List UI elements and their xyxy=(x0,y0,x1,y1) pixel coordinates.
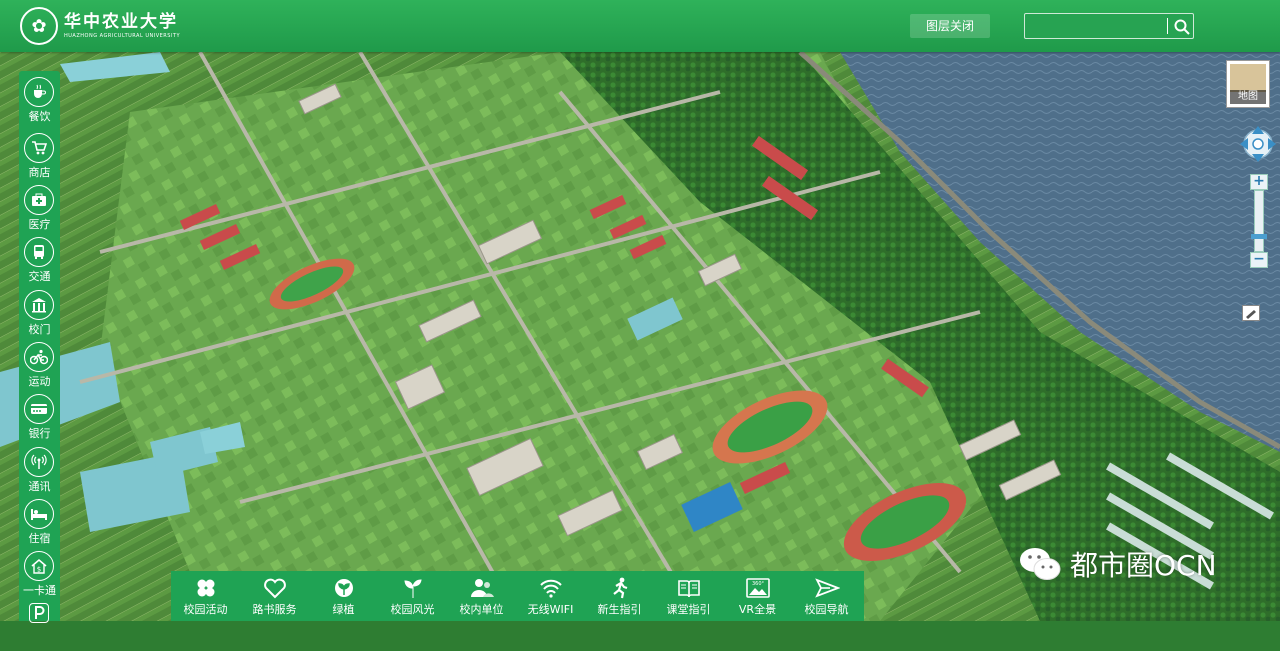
toolbar-item-vr-panorama[interactable]: 360° VR全景 xyxy=(723,571,792,621)
pan-control[interactable] xyxy=(1236,122,1280,166)
zoom-in-button[interactable]: + xyxy=(1250,174,1268,190)
seal-icon: ✿ xyxy=(20,7,58,45)
map-thumbnail xyxy=(1230,64,1266,92)
sidebar-item-bank[interactable]: 银行 xyxy=(19,390,60,442)
poi-category-sidebar: 餐饮 商店 医疗 交通 校门 运动 银行 通讯 住宿 $ 一卡通 xyxy=(19,71,60,623)
bed-icon xyxy=(24,499,54,529)
panorama-icon: 360° xyxy=(746,578,770,598)
campus-3d-map[interactable] xyxy=(0,52,1280,621)
toolbar-item-label: 校园导航 xyxy=(804,603,849,616)
toolbar-item-label: 绿植 xyxy=(332,603,355,616)
toolbar-item-freshman-guide[interactable]: 新生指引 xyxy=(585,571,654,621)
toolbar-item-campus-scenery[interactable]: 校园风光 xyxy=(378,571,447,621)
map-canvas[interactable] xyxy=(0,52,1280,621)
layer-close-button[interactable]: 图层关闭 xyxy=(910,14,990,38)
toolbar-item-label: 路书服务 xyxy=(252,603,297,616)
zoom-slider-handle[interactable] xyxy=(1251,234,1267,239)
toolbar-item-label: 校园风光 xyxy=(390,603,435,616)
gate-icon xyxy=(24,290,54,320)
toolbar-item-label: VR全景 xyxy=(738,603,777,616)
sidebar-item-lodging[interactable]: 住宿 xyxy=(19,495,60,547)
search-icon[interactable] xyxy=(1173,18,1191,36)
toolbar-item-campus-units[interactable]: 校内单位 xyxy=(447,571,516,621)
heart-icon xyxy=(264,578,286,599)
bottom-feature-toolbar: 校园活动 路书服务 绿植 校园风光 校内单位 无线WIFI 新生指引 课堂指引 … xyxy=(171,571,864,621)
map-toggle-label: 地图 xyxy=(1230,90,1266,104)
sidebar-item-label: 一卡通 xyxy=(23,584,56,597)
sidebar-item-label: 商店 xyxy=(28,166,51,179)
toolbar-item-label: 无线WIFI xyxy=(527,603,574,616)
sidebar-item-label: 医疗 xyxy=(28,218,51,231)
sidebar-item-transport[interactable]: 交通 xyxy=(19,233,60,285)
svg-text:360°: 360° xyxy=(752,581,765,587)
wechat-watermark: 都市圈OCN xyxy=(1018,540,1217,588)
clover-icon xyxy=(197,579,215,597)
sidebar-item-sports[interactable]: 运动 xyxy=(19,338,60,390)
wifi-icon xyxy=(540,579,562,598)
zoom-control: + − xyxy=(1250,174,1268,268)
toolbar-item-label: 校园活动 xyxy=(183,603,228,616)
people-icon xyxy=(471,579,494,597)
zoom-out-button[interactable]: − xyxy=(1250,252,1268,268)
house-money-icon: $ xyxy=(24,551,54,581)
search-box xyxy=(1024,13,1194,39)
sidebar-item-label: 校门 xyxy=(28,323,51,336)
antenna-icon xyxy=(24,447,54,477)
top-header-bar: ✿ 华中农业大学 HUAZHONG AGRICULTURAL UNIVERSIT… xyxy=(0,0,1280,52)
sidebar-item-label: 交通 xyxy=(28,270,51,283)
zoom-slider-track[interactable] xyxy=(1254,190,1264,252)
sidebar-item-label: 餐饮 xyxy=(28,110,51,123)
cycling-icon xyxy=(24,342,54,372)
svg-text:$: $ xyxy=(37,566,41,574)
sidebar-item-label: 运动 xyxy=(28,375,51,388)
toolbar-item-label: 课堂指引 xyxy=(666,603,711,616)
map-type-toggle[interactable]: 地图 xyxy=(1226,60,1270,108)
bank-card-icon xyxy=(24,394,54,424)
wechat-logo-icon xyxy=(1020,548,1061,580)
university-logo[interactable]: ✿ 华中农业大学 HUAZHONG AGRICULTURAL UNIVERSIT… xyxy=(20,6,180,46)
cup-icon xyxy=(24,77,54,107)
measure-tool-icon[interactable] xyxy=(1242,305,1260,321)
toolbar-item-greenery[interactable]: 绿植 xyxy=(309,571,378,621)
sidebar-item-dining[interactable]: 餐饮 xyxy=(19,73,60,125)
toolbar-item-label: 校内单位 xyxy=(459,603,504,616)
toolbar-item-wifi[interactable]: 无线WIFI xyxy=(516,571,585,621)
search-divider xyxy=(1167,18,1168,34)
cart-icon xyxy=(24,133,54,163)
sidebar-item-gate[interactable]: 校门 xyxy=(19,286,60,338)
sidebar-item-parking[interactable] xyxy=(19,599,60,651)
sidebar-item-label: 银行 xyxy=(28,427,51,440)
watermark-text: 都市圈OCN xyxy=(1070,549,1217,582)
toolbar-item-route-service[interactable]: 路书服务 xyxy=(240,571,309,621)
bus-icon xyxy=(24,237,54,267)
sidebar-item-medical[interactable]: 医疗 xyxy=(19,181,60,233)
toolbar-item-campus-navigation[interactable]: 校园导航 xyxy=(792,571,861,621)
send-icon xyxy=(815,578,840,598)
university-name-cn: 华中农业大学 xyxy=(64,12,178,32)
toolbar-item-label: 新生指引 xyxy=(597,603,642,616)
book-icon xyxy=(678,580,700,598)
sidebar-item-label: 住宿 xyxy=(28,532,51,545)
university-name-en: HUAZHONG AGRICULTURAL UNIVERSITY xyxy=(64,33,181,39)
running-icon xyxy=(613,577,628,599)
parking-icon xyxy=(29,603,49,623)
sidebar-item-telecom[interactable]: 通讯 xyxy=(19,443,60,495)
medical-kit-icon xyxy=(24,185,54,215)
toolbar-item-classroom-guide[interactable]: 课堂指引 xyxy=(654,571,723,621)
search-input[interactable] xyxy=(1029,17,1169,37)
sidebar-item-label: 通讯 xyxy=(28,480,51,493)
sidebar-item-campus-card[interactable]: $ 一卡通 xyxy=(19,547,60,599)
plant-icon xyxy=(335,579,353,597)
sprout-icon xyxy=(404,579,422,598)
sidebar-item-shop[interactable]: 商店 xyxy=(19,129,60,181)
toolbar-item-campus-activities[interactable]: 校园活动 xyxy=(171,571,240,621)
